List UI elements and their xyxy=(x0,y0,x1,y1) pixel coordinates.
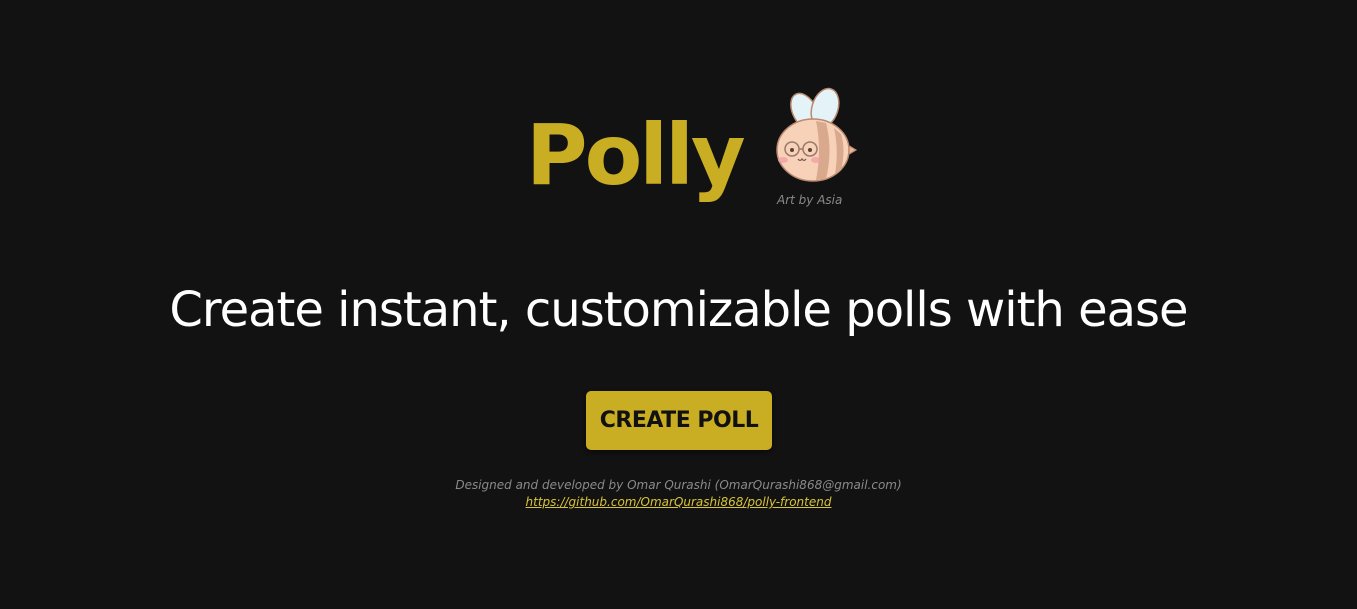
create-poll-button[interactable]: CREATE POLL xyxy=(586,391,772,450)
footer-credit: Designed and developed by Omar Qurashi (… xyxy=(455,478,902,492)
footer: Designed and developed by Omar Qurashi (… xyxy=(0,477,1357,511)
landing-page: Polly Art by Asia Create instant, custom… xyxy=(0,0,1357,609)
repo-link[interactable]: https://github.com/OmarQurashi868/polly-… xyxy=(526,494,832,511)
mascot-credit: Art by Asia xyxy=(777,193,843,207)
bee-mascot-icon xyxy=(776,87,858,182)
app-title: Polly xyxy=(526,106,746,204)
tagline: Create instant, customizable polls with … xyxy=(169,282,1188,338)
